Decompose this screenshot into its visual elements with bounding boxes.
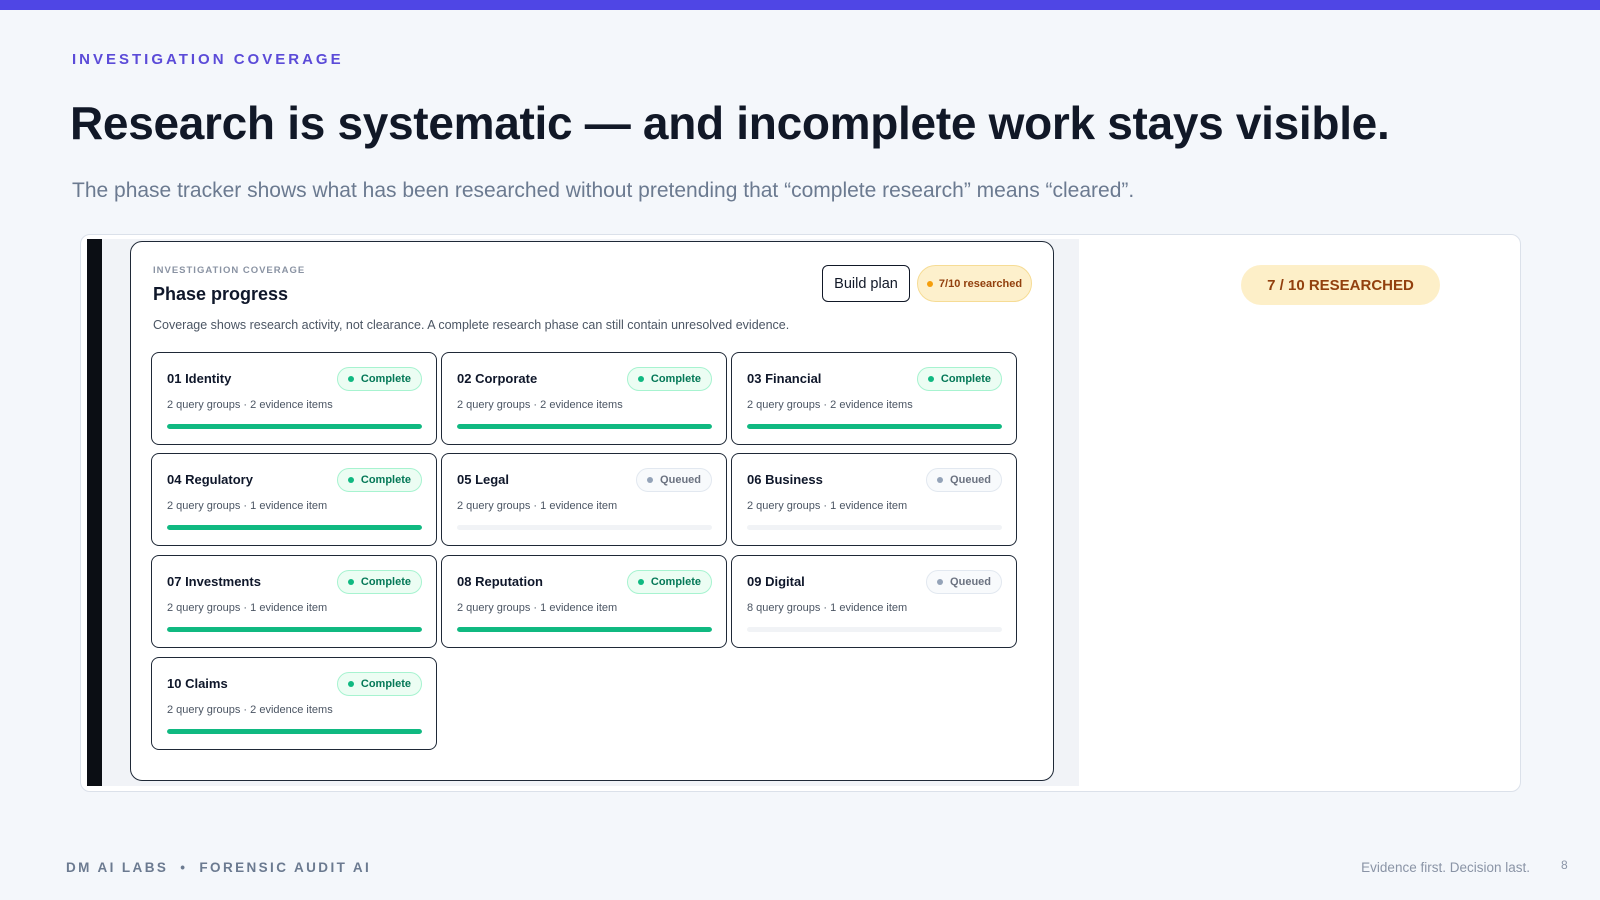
phase-name: 05 Legal	[457, 472, 510, 487]
status-label: Complete	[650, 373, 701, 385]
phase-meta: 2 query groups · 1 evidence item	[457, 602, 618, 614]
progress-bar	[167, 627, 422, 632]
progress-fill	[167, 627, 422, 632]
progress-bar	[747, 627, 1002, 632]
phase-meta: 2 query groups · 1 evidence item	[747, 500, 908, 512]
build-plan-button[interactable]: Build plan	[822, 265, 910, 302]
researched-count-badge: 7/10 researched	[917, 265, 1032, 302]
phase-meta: 2 query groups · 1 evidence item	[167, 602, 328, 614]
progress-bar	[457, 424, 712, 429]
footer-separator: •	[180, 860, 188, 875]
phase-card-regulatory[interactable]: 04 Regulatory Complete 2 query groups · 1 …	[151, 453, 437, 546]
screenshot-dark-edge	[87, 239, 102, 786]
status-label: Queued	[660, 474, 701, 486]
phase-name: 10 Claims	[167, 676, 228, 691]
phase-card-claims[interactable]: 10 Claims Complete 2 query groups · 2 evid…	[151, 657, 437, 750]
status-dot-icon	[347, 681, 354, 687]
status-label: Complete	[360, 474, 411, 486]
status-badge: Complete	[336, 468, 422, 492]
footer-brand: DM AI LABS • FORENSIC AUDIT AI	[66, 860, 371, 875]
phase-meta: 2 query groups · 1 evidence item	[167, 500, 328, 512]
phase-name: 03 Financial	[747, 371, 822, 386]
progress-fill	[457, 627, 712, 632]
status-badge: Complete	[336, 570, 422, 594]
progress-bar	[747, 525, 1002, 530]
phase-card-digital[interactable]: 09 Digital Queued 8 query groups · 1 evide…	[731, 555, 1017, 648]
footer-tagline: Evidence first. Decision last.	[1361, 860, 1530, 875]
status-badge: Queued	[636, 468, 712, 492]
phase-name: 02 Corporate	[457, 371, 538, 386]
status-badge: Complete	[336, 672, 422, 696]
phase-card-reputation[interactable]: 08 Reputation Complete 2 query groups · 1 …	[441, 555, 727, 648]
status-badge: Queued	[926, 570, 1002, 594]
phase-meta: 8 query groups · 1 evidence item	[747, 602, 908, 614]
progress-bar	[167, 525, 422, 530]
phase-name: 08 Reputation	[457, 574, 543, 589]
phase-name: 07 Investments	[167, 574, 261, 589]
status-label: Queued	[950, 474, 991, 486]
phase-progress-panel: INVESTIGATION COVERAGE Phase progress Co…	[130, 241, 1054, 781]
slide-eyebrow: INVESTIGATION COVERAGE	[72, 51, 344, 68]
phase-card-investments[interactable]: 07 Investments Complete 2 query groups · 1…	[151, 555, 437, 648]
top-accent-bar	[0, 0, 1600, 10]
progress-fill	[747, 424, 1002, 429]
status-label: Complete	[360, 373, 411, 385]
status-dot-icon	[347, 579, 354, 585]
phase-card-financial[interactable]: 03 Financial Complete 2 query groups · 2 e…	[731, 352, 1017, 445]
status-label: Complete	[360, 678, 411, 690]
status-badge: Complete	[916, 367, 1002, 391]
panel-eyebrow: INVESTIGATION COVERAGE	[153, 265, 306, 276]
progress-bar	[457, 627, 712, 632]
panel-description: Coverage shows research activity, not cl…	[153, 318, 790, 332]
progress-fill	[167, 525, 422, 530]
researched-count-label: 7/10 researched	[938, 277, 1023, 290]
phase-name: 04 Regulatory	[167, 472, 253, 487]
page-number: 8	[1561, 858, 1568, 872]
phase-meta: 2 query groups · 2 evidence items	[167, 399, 333, 411]
phase-card-legal[interactable]: 05 Legal Queued 2 query groups · 1 evidenc…	[441, 453, 727, 546]
status-badge: Complete	[626, 367, 712, 391]
progress-fill	[167, 424, 422, 429]
progress-bar	[167, 729, 422, 734]
footer-company: DM AI LABS	[66, 860, 169, 875]
researched-summary-badge: 7 / 10 RESEARCHED	[1241, 265, 1440, 305]
status-label: Complete	[940, 373, 991, 385]
progress-bar	[747, 424, 1002, 429]
phase-meta: 2 query groups · 2 evidence items	[167, 704, 333, 716]
status-dot-icon	[637, 376, 644, 382]
phase-meta: 2 query groups · 1 evidence item	[457, 500, 618, 512]
status-label: Complete	[360, 576, 411, 588]
status-dot-icon	[927, 376, 934, 382]
phase-name: 09 Digital	[747, 574, 805, 589]
status-badge: Queued	[926, 468, 1002, 492]
footer-product: FORENSIC AUDIT AI	[199, 860, 372, 875]
phase-meta: 2 query groups · 2 evidence items	[457, 399, 623, 411]
status-label: Queued	[950, 576, 991, 588]
status-dot-icon	[647, 477, 654, 483]
phase-card-business[interactable]: 06 Business Queued 2 query groups · 1 evid…	[731, 453, 1017, 546]
phase-name: 06 Business	[747, 472, 823, 487]
progress-bar	[457, 525, 712, 530]
status-dot-icon	[347, 477, 354, 483]
phase-meta: 2 query groups · 2 evidence items	[747, 399, 913, 411]
status-label: Complete	[650, 576, 701, 588]
progress-fill	[167, 729, 422, 734]
status-dot-icon	[937, 579, 944, 585]
phase-name: 01 Identity	[167, 371, 232, 386]
status-dot-icon	[347, 376, 354, 382]
slide-title: Research is systematic — and incomplete …	[70, 97, 1390, 149]
slide-subtitle: The phase tracker shows what has been re…	[72, 179, 1135, 202]
status-dot-icon	[926, 280, 933, 287]
status-dot-icon	[937, 477, 944, 483]
progress-bar	[167, 424, 422, 429]
status-dot-icon	[637, 579, 644, 585]
phase-card-corporate[interactable]: 02 Corporate Complete 2 query groups · 2 e…	[441, 352, 727, 445]
status-badge: Complete	[336, 367, 422, 391]
status-badge: Complete	[626, 570, 712, 594]
phase-card-identity[interactable]: 01 Identity Complete 2 query groups · 2 ev…	[151, 352, 437, 445]
panel-title: Phase progress	[153, 284, 289, 304]
progress-fill	[457, 424, 712, 429]
